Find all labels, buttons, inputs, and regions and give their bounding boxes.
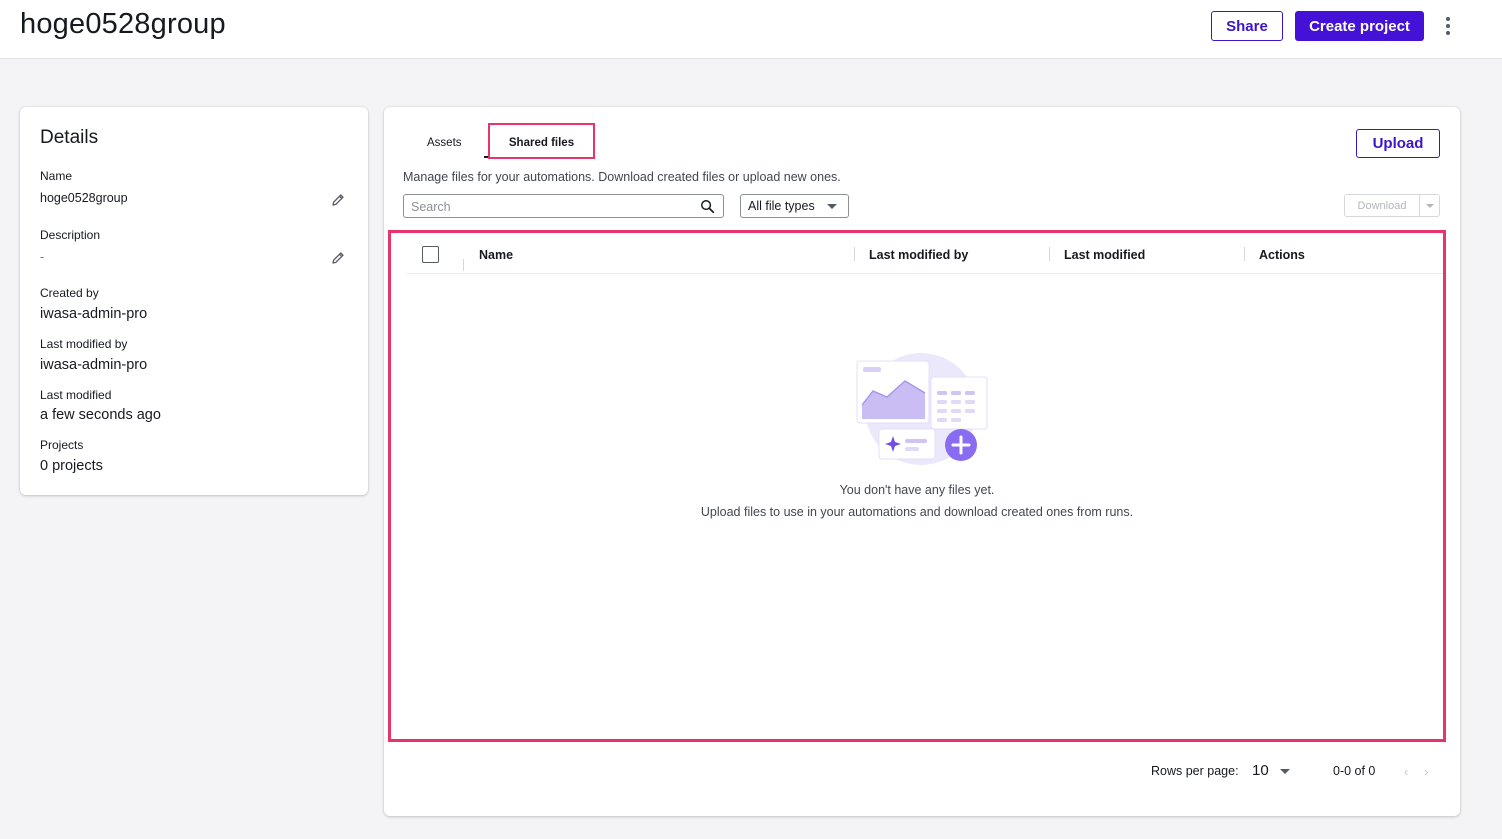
empty-state-title: You don't have any files yet. xyxy=(839,483,995,497)
created-by-label: Created by xyxy=(40,286,99,300)
download-button[interactable]: Download xyxy=(1344,194,1440,217)
chevron-down-icon xyxy=(827,204,837,209)
name-value: hoge0528group xyxy=(40,191,128,205)
files-table: Name Last modified by Last modified Acti… xyxy=(388,230,1446,742)
column-header-actions: Actions xyxy=(1259,248,1305,262)
column-header-last-modified[interactable]: Last modified xyxy=(1064,248,1145,262)
more-options-icon[interactable] xyxy=(1438,13,1458,39)
rows-per-page-select[interactable]: 10 xyxy=(1252,762,1269,779)
shared-files-card: Assets Shared files Upload Manage files … xyxy=(384,107,1460,816)
previous-page-icon[interactable]: ‹ xyxy=(1404,764,1408,779)
download-dropdown-icon[interactable] xyxy=(1426,204,1434,208)
column-divider xyxy=(463,259,464,271)
select-all-checkbox[interactable] xyxy=(422,246,439,263)
chevron-down-icon[interactable] xyxy=(1280,769,1290,774)
projects-value: 0 projects xyxy=(40,458,103,474)
search-field[interactable] xyxy=(403,194,724,218)
top-bar: hoge0528group Share Create project xyxy=(0,0,1502,59)
created-by-value: iwasa-admin-pro xyxy=(40,306,148,322)
create-project-button[interactable]: Create project xyxy=(1295,11,1424,41)
shared-files-description: Manage files for your automations. Downl… xyxy=(403,170,841,184)
column-divider xyxy=(854,247,855,261)
column-header-last-modified-by[interactable]: Last modified by xyxy=(869,248,968,262)
column-divider xyxy=(1049,247,1050,261)
file-type-select[interactable]: All file types xyxy=(740,194,849,218)
download-label[interactable]: Download xyxy=(1345,195,1420,216)
search-input[interactable] xyxy=(411,198,691,215)
rows-per-page-label: Rows per page: xyxy=(1151,764,1239,778)
description-label: Description xyxy=(40,228,101,242)
projects-label: Projects xyxy=(40,438,84,452)
description-value: - xyxy=(40,250,45,264)
last-modified-by-value: iwasa-admin-pro xyxy=(40,357,148,373)
page-title: hoge0528group xyxy=(20,8,226,40)
empty-files-illustration xyxy=(856,353,988,465)
last-modified-by-label: Last modified by xyxy=(40,337,128,351)
empty-state-subtitle: Upload files to use in your automations … xyxy=(700,505,1134,519)
edit-name-icon[interactable] xyxy=(330,192,346,208)
file-type-selected: All file types xyxy=(748,199,815,213)
edit-description-icon[interactable] xyxy=(330,250,346,266)
column-header-name[interactable]: Name xyxy=(479,248,513,262)
search-icon[interactable] xyxy=(700,199,715,214)
tab-shared-files[interactable]: Shared files xyxy=(488,123,595,159)
next-page-icon[interactable]: › xyxy=(1424,764,1428,779)
tab-assets[interactable]: Assets xyxy=(427,137,462,149)
name-label: Name xyxy=(40,169,73,183)
last-modified-value: a few seconds ago xyxy=(40,407,161,423)
details-card: Details Name hoge0528group Description -… xyxy=(20,107,368,495)
table-header: Name Last modified by Last modified Acti… xyxy=(407,233,1443,274)
page-range: 0-0 of 0 xyxy=(1333,764,1376,778)
share-button[interactable]: Share xyxy=(1211,11,1283,41)
details-title: Details xyxy=(40,127,99,148)
upload-button[interactable]: Upload xyxy=(1356,129,1440,158)
last-modified-label: Last modified xyxy=(40,388,112,402)
column-divider xyxy=(1244,247,1245,261)
